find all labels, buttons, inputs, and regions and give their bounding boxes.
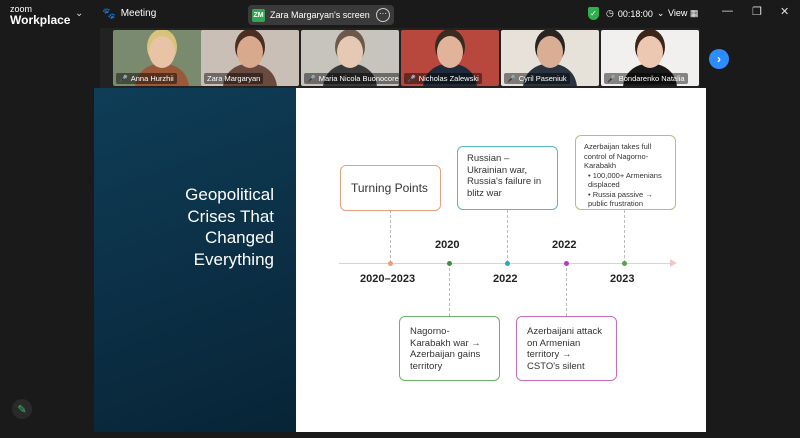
- person-head: [437, 36, 463, 68]
- event-text: Russian – Ukrainian war, Russia's failur…: [467, 153, 542, 199]
- participant-name: Maria Nicola Buonocore: [318, 74, 399, 83]
- meeting-timer[interactable]: ◷ 00:18:00 ⌄: [606, 8, 664, 19]
- title-line: Geopolitical: [185, 185, 274, 204]
- participant-name: Zara Margaryan: [207, 74, 261, 83]
- connector: [449, 263, 450, 316]
- person-head: [337, 36, 363, 68]
- mic-muted-icon: 🎤: [407, 75, 416, 83]
- year-label: 2022: [493, 273, 518, 285]
- view-button[interactable]: View ▦: [668, 8, 698, 19]
- next-page-arrow-icon[interactable]: ›: [709, 49, 729, 69]
- timeline-dot: [505, 261, 510, 266]
- year-label: 2020–2023: [360, 273, 416, 285]
- clock-icon: ◷: [606, 8, 614, 18]
- view-label: View: [668, 8, 688, 18]
- event-text: Azerbaijani attack on Armenian territory…: [527, 326, 602, 372]
- mic-muted-icon: 🎤: [607, 75, 616, 83]
- timeline-dot: [564, 261, 569, 266]
- participant-tile[interactable]: Zara Margaryan: [201, 30, 299, 86]
- event-bullet: Russia passive → public frustration: [588, 189, 653, 209]
- chevron-down-icon: ⌄: [656, 8, 665, 18]
- person-head: [149, 36, 175, 68]
- participant-name-tag: Zara Margaryan: [204, 73, 264, 84]
- participant-name: Cyril Paseniuk: [518, 74, 567, 83]
- logo-line-2: Workplace: [10, 13, 71, 27]
- person-head: [637, 36, 663, 68]
- mic-muted-icon: 🎤: [307, 75, 316, 83]
- participant-tile[interactable]: 🎤 Maria Nicola Buonocore: [301, 30, 399, 86]
- event-bullet: 100,000+ Armenians displaced: [588, 170, 662, 190]
- connector: [390, 210, 391, 263]
- title-bar: zoom Workplace ⌄ 🐾 Meeting ZM Zara Marga…: [0, 0, 800, 28]
- timeline-dot: [388, 261, 393, 266]
- minimize-icon[interactable]: —: [722, 5, 733, 17]
- participant-name: Anna Hurzhii: [130, 74, 174, 83]
- event-box-russia-ukraine: Russian – Ukrainian war, Russia's failur…: [457, 146, 558, 210]
- turning-points-box: Turning Points: [340, 165, 441, 211]
- restore-icon[interactable]: ❐: [752, 5, 762, 18]
- turning-points-label: Turning Points: [351, 181, 428, 195]
- participant-tile[interactable]: 🎤 Bondarenko Natalia: [601, 30, 699, 86]
- participant-name: Nicholas Zalewski: [418, 74, 479, 83]
- security-shield-icon[interactable]: ✓: [588, 7, 599, 20]
- edit-pencil-icon[interactable]: ✎: [12, 399, 32, 419]
- year-label: 2022: [552, 239, 577, 251]
- slide-title-panel: Geopolitical Crises That Changed Everyth…: [94, 88, 296, 432]
- connector: [507, 210, 508, 263]
- screen-share-indicator[interactable]: ZM Zara Margaryan's screen ···: [248, 5, 394, 25]
- connector: [566, 263, 567, 316]
- participant-tile[interactable]: 🎤 Nicholas Zalewski: [401, 30, 499, 86]
- year-label: 2023: [610, 273, 635, 285]
- event-box-azerbaijani-attack: Azerbaijani attack on Armenian territory…: [516, 316, 617, 381]
- timeline-arrow-icon: [670, 259, 677, 267]
- grid-view-icon: ▦: [689, 8, 699, 18]
- more-options-icon[interactable]: ···: [376, 8, 390, 22]
- participant-name-tag: 🎤 Bondarenko Natalia: [604, 73, 688, 84]
- person-head: [537, 36, 563, 68]
- person-head: [237, 36, 263, 68]
- mic-muted-icon: 🎤: [507, 75, 516, 83]
- timeline-dot: [622, 261, 627, 266]
- title-line: Crises That: [187, 206, 274, 226]
- mic-muted-icon: 🎤: [119, 75, 128, 83]
- zoom-logo: zoom Workplace: [10, 4, 71, 27]
- event-box-karabakh-war: Nagorno-Karabakh war → Azerbaijan gains …: [399, 316, 500, 381]
- event-text: Nagorno-Karabakh war → Azerbaijan gains …: [410, 326, 481, 372]
- shared-slide: Geopolitical Crises That Changed Everyth…: [94, 88, 706, 432]
- participant-name-tag: 🎤 Cyril Paseniuk: [504, 73, 570, 84]
- year-label: 2020: [435, 239, 460, 251]
- participant-name-tag: 🎤 Nicholas Zalewski: [404, 73, 482, 84]
- slide-title: Geopolitical Crises That Changed Everyth…: [185, 184, 274, 270]
- participant-name: Bondarenko Natalia: [618, 74, 685, 83]
- sharer-avatar: ZM: [252, 8, 265, 22]
- event-heading: Azerbaijan takes full control of Nagorno…: [584, 142, 652, 170]
- participant-tile[interactable]: 🎤 Cyril Paseniuk: [501, 30, 599, 86]
- screen-share-label: Zara Margaryan's screen: [270, 10, 370, 20]
- participant-name-tag: 🎤 Anna Hurzhii: [116, 73, 177, 84]
- paw-icon: 🐾: [102, 8, 116, 20]
- meeting-menu[interactable]: 🐾 Meeting: [102, 7, 156, 20]
- participant-tile[interactable]: 🎤 Anna Hurzhii: [113, 30, 211, 86]
- timer-value: 00:18:00: [617, 8, 653, 19]
- connector: [624, 210, 625, 263]
- title-line: Everything: [193, 249, 274, 269]
- chevron-down-icon[interactable]: ⌄: [75, 8, 83, 19]
- participant-strip: 🎤 Anna Hurzhii Zara Margaryan 🎤 Maria Nico…: [100, 28, 700, 88]
- title-line: Changed: [204, 228, 274, 247]
- event-box-karabakh-control: Azerbaijan takes full control of Nagorno…: [575, 135, 676, 210]
- meeting-label: Meeting: [120, 8, 157, 19]
- timeline-dot: [447, 261, 452, 266]
- close-icon[interactable]: ✕: [780, 5, 789, 18]
- participant-name-tag: 🎤 Maria Nicola Buonocore: [304, 73, 399, 84]
